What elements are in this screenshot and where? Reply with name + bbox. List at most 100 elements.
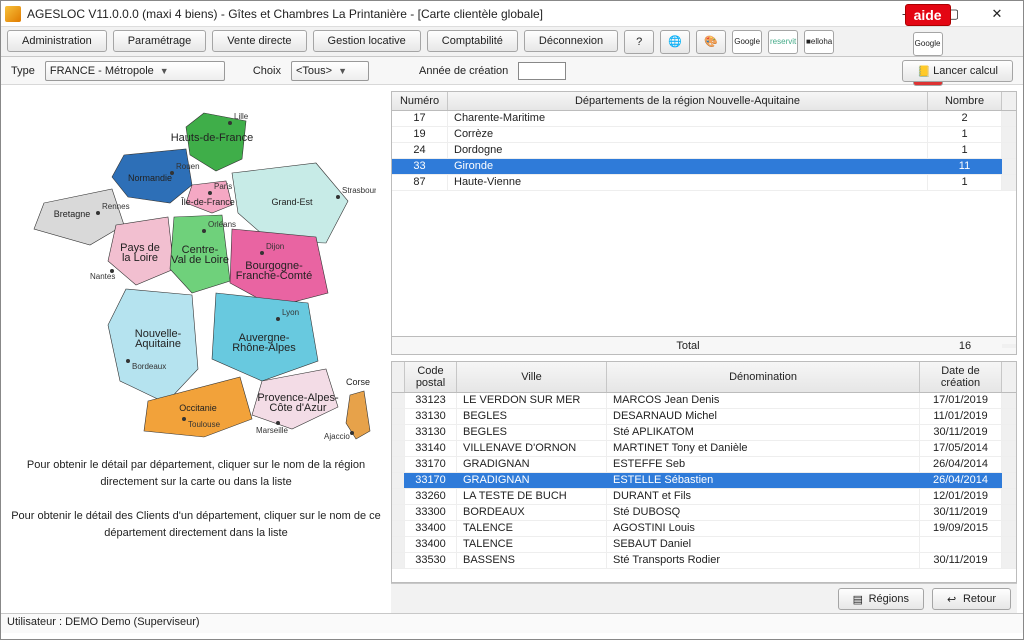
col-date-creation[interactable]: Date de création	[920, 362, 1002, 392]
table-row[interactable]: 33123LE VERDON SUR MERMARCOS Jean Denis1…	[392, 393, 1016, 409]
col-departements[interactable]: Départements de la région Nouvelle-Aquit…	[448, 92, 928, 110]
table-row[interactable]: 87Haute-Vienne1	[392, 175, 1016, 191]
main-toolbar: Administration Paramétrage Vente directe…	[1, 27, 1023, 57]
svg-text:Auvergne-Rhône-Alpes: Auvergne-Rhône-Alpes	[232, 332, 296, 354]
svg-text:Normandie: Normandie	[128, 173, 172, 183]
svg-text:Nantes: Nantes	[90, 272, 115, 281]
comptabilite-button[interactable]: Comptabilité	[427, 30, 518, 52]
app-icon	[5, 6, 21, 22]
table-row[interactable]: 33400TALENCEAGOSTINI Louis19/09/2015	[392, 521, 1016, 537]
table-row[interactable]: 33400TALENCESEBAUT Daniel	[392, 537, 1016, 553]
svg-text:Ajaccio: Ajaccio	[324, 432, 350, 441]
col-denomination[interactable]: Dénomination	[607, 362, 920, 392]
svg-text:Strasbourg: Strasbourg	[342, 186, 376, 195]
table-row[interactable]: 33300BORDEAUXSté DUBOSQ30/11/2019	[392, 505, 1016, 521]
parametrage-button[interactable]: Paramétrage	[113, 30, 207, 52]
list-icon: ▤	[853, 593, 865, 605]
svg-text:Bordeaux: Bordeaux	[132, 362, 166, 371]
map-box: Hauts-de-France Normandie Île-de-France …	[11, 93, 381, 443]
reservit-link[interactable]: reservit	[768, 30, 798, 54]
back-arrow-icon: ↩	[947, 593, 959, 605]
retour-button[interactable]: ↩ Retour	[932, 588, 1011, 610]
choix-label: Choix	[253, 65, 281, 77]
window-title: AGESLOC V11.0.0.0 (maxi 4 biens) - Gîtes…	[27, 7, 887, 21]
col-numero[interactable]: Numéro	[392, 92, 448, 110]
left-pane: Hauts-de-France Normandie Île-de-France …	[1, 85, 391, 613]
total-label: Total	[448, 338, 928, 354]
table-row[interactable]: 24Dordogne1	[392, 143, 1016, 159]
elloha-link[interactable]: ■elloha	[804, 30, 834, 54]
choix-combo[interactable]: <Tous> ▼	[291, 61, 369, 81]
chevron-down-icon: ▼	[338, 66, 347, 76]
svg-text:Marseille: Marseille	[256, 426, 289, 435]
table-row[interactable]: 19Corrèze1	[392, 127, 1016, 143]
table-row[interactable]: 33130BEGLESSté APLIKATOM30/11/2019	[392, 425, 1016, 441]
departments-grid-header: Numéro Départements de la région Nouvell…	[392, 92, 1016, 111]
svg-text:Bourgogne-Franche-Comté: Bourgogne-Franche-Comté	[236, 260, 312, 282]
bottom-toolbar: ▤ Régions ↩ Retour	[391, 583, 1017, 613]
departments-grid[interactable]: Numéro Départements de la région Nouvell…	[391, 91, 1017, 355]
svg-text:Rennes: Rennes	[102, 202, 130, 211]
right-pane: Numéro Départements de la région Nouvell…	[391, 85, 1023, 613]
aide-button[interactable]: aide	[905, 4, 951, 26]
svg-text:Pays dela Loire: Pays dela Loire	[120, 242, 160, 264]
svg-text:Lyon: Lyon	[282, 308, 299, 317]
annee-input[interactable]	[518, 62, 566, 80]
type-combo[interactable]: FRANCE - Métropole ▼	[45, 61, 225, 81]
france-map[interactable]: Hauts-de-France Normandie Île-de-France …	[16, 93, 376, 443]
gestion-locative-button[interactable]: Gestion locative	[313, 30, 421, 52]
lancer-calcul-button[interactable]: 📒 Lancer calcul	[902, 60, 1013, 82]
scrollbar-head	[1002, 362, 1016, 392]
col-code-postal[interactable]: Code postal	[405, 362, 457, 392]
chevron-down-icon: ▼	[160, 66, 169, 76]
status-user: Utilisateur : DEMO Demo (Superviseur)	[7, 616, 200, 628]
svg-text:Île-de-France: Île-de-France	[180, 197, 235, 207]
status-bar: Utilisateur : DEMO Demo (Superviseur)	[1, 613, 1023, 633]
table-row[interactable]: 33170GRADIGNANESTEFFE Seb26/04/2014	[392, 457, 1016, 473]
svg-text:Corse: Corse	[346, 377, 370, 387]
table-row[interactable]: 17Charente-Maritime2	[392, 111, 1016, 127]
svg-text:Paris: Paris	[214, 182, 232, 191]
table-row[interactable]: 33Gironde11	[392, 159, 1016, 175]
svg-text:Nouvelle-Aquitaine: Nouvelle-Aquitaine	[135, 328, 182, 350]
table-row[interactable]: 33170GRADIGNANESTELLE Sébastien26/04/201…	[392, 473, 1016, 489]
google-link-1[interactable]: Google	[732, 30, 762, 54]
svg-text:Hauts-de-France: Hauts-de-France	[171, 132, 254, 144]
book-icon: 📒	[917, 65, 929, 77]
globe-icon[interactable]: 🌐	[660, 30, 690, 54]
deconnexion-button[interactable]: Déconnexion	[524, 30, 618, 52]
regions-button[interactable]: ▤ Régions	[838, 588, 924, 610]
hint-text-1: Pour obtenir le détail par département, …	[11, 457, 381, 490]
annee-label: Année de création	[419, 65, 508, 77]
choix-value: <Tous>	[296, 65, 332, 77]
table-row[interactable]: 33530BASSENSSté Transports Rodier30/11/2…	[392, 553, 1016, 569]
svg-text:Occitanie: Occitanie	[179, 403, 217, 413]
row-selector-head	[392, 362, 405, 392]
table-row[interactable]: 33130BEGLESDESARNAUD Michel11/01/2019	[392, 409, 1016, 425]
svg-text:Orléans: Orléans	[208, 220, 236, 229]
departments-total-row: Total 16	[392, 336, 1016, 354]
table-row[interactable]: 33140VILLENAVE D'ORNONMARTINET Tony et D…	[392, 441, 1016, 457]
clients-grid-header: Code postal Ville Dénomination Date de c…	[392, 362, 1016, 393]
scrollbar-head	[1002, 92, 1016, 110]
col-nombre[interactable]: Nombre	[928, 92, 1002, 110]
svg-text:Dijon: Dijon	[266, 242, 284, 251]
svg-text:Lille: Lille	[234, 112, 249, 121]
col-ville[interactable]: Ville	[457, 362, 607, 392]
table-row[interactable]: 33260LA TESTE DE BUCHDURANT et Fils12/01…	[392, 489, 1016, 505]
svg-text:Grand-Est: Grand-Est	[271, 197, 313, 207]
palette-icon[interactable]: 🎨	[696, 30, 726, 54]
vente-directe-button[interactable]: Vente directe	[212, 30, 306, 52]
main-area: Hauts-de-France Normandie Île-de-France …	[1, 85, 1023, 613]
hint-text-2: Pour obtenir le détail des Clients d'un …	[11, 508, 381, 541]
administration-button[interactable]: Administration	[7, 30, 107, 52]
svg-text:Rouen: Rouen	[176, 162, 200, 171]
help-button[interactable]: ?	[624, 30, 654, 54]
total-value: 16	[928, 338, 1002, 354]
type-label: Type	[11, 65, 35, 77]
type-value: FRANCE - Métropole	[50, 65, 154, 77]
google-link-2[interactable]: Google	[913, 32, 943, 56]
svg-text:Bretagne: Bretagne	[54, 209, 91, 219]
svg-text:Toulouse: Toulouse	[188, 420, 221, 429]
clients-grid[interactable]: Code postal Ville Dénomination Date de c…	[391, 361, 1017, 583]
